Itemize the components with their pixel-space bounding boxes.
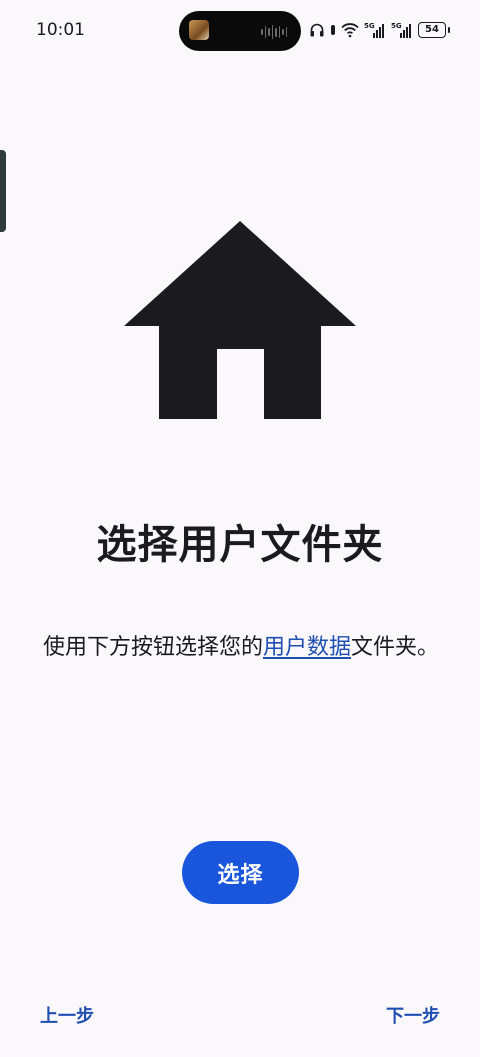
alarm-icon xyxy=(331,25,335,35)
headphones-icon xyxy=(310,23,324,37)
status-icons: 5G 5G 54 xyxy=(309,18,450,42)
description: 使用下方按钮选择您的用户数据文件夹。 xyxy=(26,626,456,670)
status-time: 10:01 xyxy=(36,20,85,40)
notification-thumbnail-icon xyxy=(189,20,209,40)
wifi-icon xyxy=(341,23,359,38)
home-icon xyxy=(124,221,356,419)
audio-wave-icon xyxy=(261,24,287,40)
description-text: 使用下方按钮选择您的 xyxy=(42,635,263,660)
svg-text:5G: 5G xyxy=(391,22,402,30)
user-data-link[interactable]: 用户数据 xyxy=(263,635,351,660)
next-button[interactable]: 下一步 xyxy=(386,1000,440,1030)
page-title: 选择用户文件夹 xyxy=(96,522,384,568)
svg-text:5G: 5G xyxy=(364,22,375,30)
back-button[interactable]: 上一步 xyxy=(40,1000,94,1030)
signal-5g-icon: 5G xyxy=(391,22,411,38)
select-button[interactable]: 选择 xyxy=(182,841,299,904)
signal-5g-icon: 5G xyxy=(364,22,384,38)
edge-panel-handle[interactable] xyxy=(0,150,6,232)
dynamic-island[interactable] xyxy=(179,11,301,51)
description-text-end: 文件夹。 xyxy=(351,635,440,660)
battery-icon: 54 xyxy=(418,22,450,38)
status-bar: 10:01 5G 5G 54 xyxy=(0,0,480,60)
